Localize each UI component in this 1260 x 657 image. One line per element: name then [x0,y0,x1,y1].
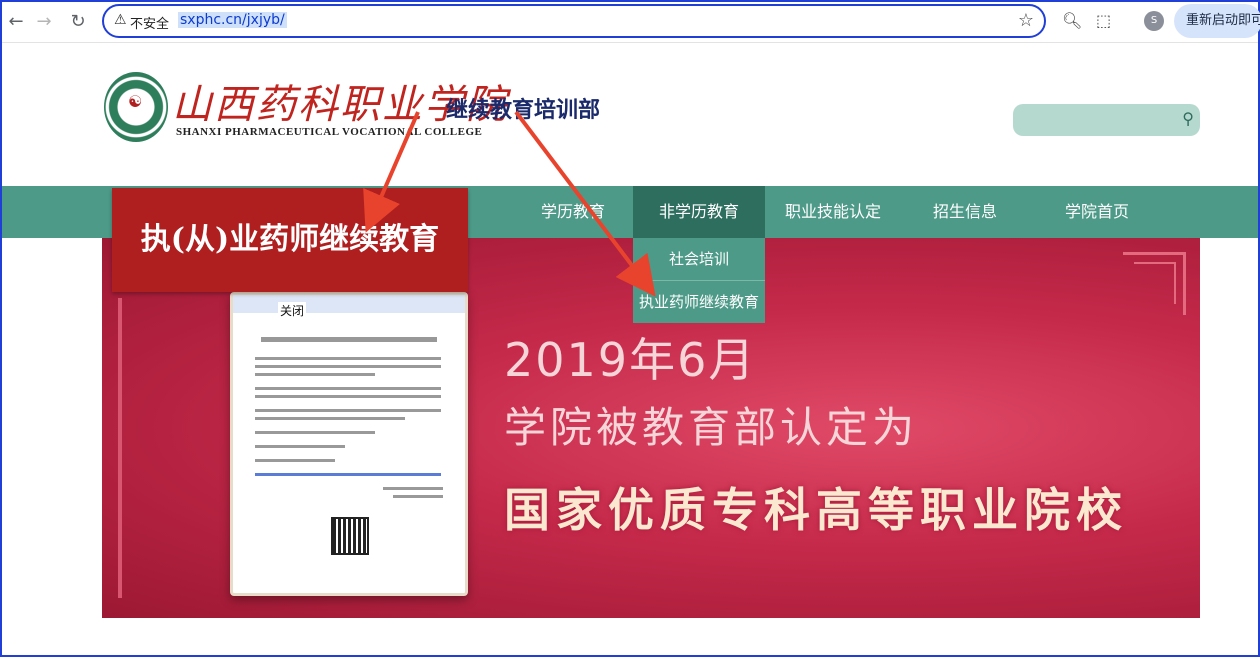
browser-toolbar: ← → ↻ ⚠ 不安全 sxphc.cn/jxjyb/ ☆ 🔍︎ ⬚ S 重新启… [2,2,1260,43]
reload-icon[interactable]: ↻ [66,10,90,34]
dropdown-item-pharmacist-education[interactable]: 执业药师继续教育 [633,280,765,323]
notice-title [261,337,437,342]
nav-dropdown: 社会培训 执业药师继续教育 [633,238,765,323]
search-lens-icon[interactable]: 🔍︎ [1062,11,1082,30]
notice-text-line [393,495,443,498]
banner-decoration [1134,262,1176,304]
banner-decoration [118,298,122,598]
notice-text-line [255,409,441,412]
banner-date: 2019年6月 [504,333,757,387]
back-icon[interactable]: ← [4,10,28,34]
school-name-en: SHANXI PHARMACEUTICAL VOCATIONAL COLLEGE [176,126,483,138]
bookmark-star-icon[interactable]: ☆ [1018,10,1034,31]
nav-item-vocational-skills[interactable]: 职业技能认定 [770,186,896,238]
notice-text-line [255,395,441,398]
close-button[interactable]: 关闭 [278,302,306,320]
nav-item-college-home[interactable]: 学院首页 [1038,186,1156,238]
nav-item-non-academic-education[interactable]: 非学历教育 [633,186,765,238]
notice-text-line [383,487,443,490]
notice-text-line [255,357,441,360]
warning-icon[interactable]: ⚠ [114,12,127,28]
notice-text-line [255,387,441,390]
qr-code [331,517,369,555]
banner-title: 国家优质专科高等职业院校 [504,483,1128,537]
annotation-callout: 执(从)业药师继续教育 [112,188,468,292]
nav-item-admissions[interactable]: 招生信息 [906,186,1024,238]
notice-link[interactable] [255,473,441,476]
notice-header [233,295,465,313]
notice-text-line [255,459,335,462]
url-text[interactable]: sxphc.cn/jxjyb/ [178,12,287,28]
security-label[interactable]: 不安全 [130,13,169,32]
search-icon[interactable]: ⚲ [1182,109,1194,128]
forward-icon[interactable]: → [32,10,56,34]
dropdown-item-social-training[interactable]: 社会培训 [633,238,765,280]
department-title: 继续教育培训部 [446,98,601,123]
notice-text-line [255,373,375,376]
avatar[interactable]: S [1144,11,1164,31]
extensions-icon[interactable]: ⬚ [1096,11,1111,30]
school-emblem-logo: ☯ [104,72,168,142]
nav-item-academic-education[interactable]: 学历教育 [514,186,632,238]
notice-text-line [255,431,375,434]
notice-text-line [255,365,441,368]
restart-button[interactable]: 重新启动即可 [1174,4,1260,38]
notice-popup[interactable] [230,292,468,596]
site-search-input[interactable]: ⚲ [1013,104,1200,136]
notice-text-line [255,445,345,448]
banner-subtitle: 学院被教育部认定为 [504,403,919,452]
notice-text-line [255,417,405,420]
address-bar[interactable]: ⚠ 不安全 sxphc.cn/jxjyb/ ☆ [102,4,1046,38]
